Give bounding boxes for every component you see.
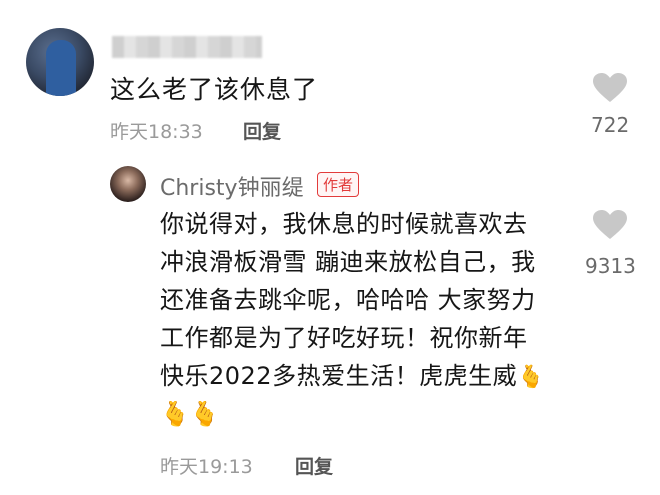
comment-text: 这么老了该休息了 <box>110 75 319 104</box>
reply-text-line-last: 快乐2022多热爱生活！虎虎生威🫰 <box>160 357 580 397</box>
reply-text: 你说得对，我休息的时候就喜欢去 冲浪滑板滑雪 蹦迪来放松自己，我 还准备去跳伞呢… <box>160 205 580 397</box>
reply-text-line: 冲浪滑板滑雪 蹦迪来放松自己，我 <box>160 248 536 276</box>
reply-timestamp: 昨天19:13 <box>160 456 253 478</box>
author-badge: 作者 <box>317 172 360 197</box>
heart-icon[interactable] <box>593 210 627 240</box>
reply-text-line: 工作都是为了好吃好玩！祝你新年 <box>160 324 528 352</box>
commenter-avatar[interactable] <box>26 28 94 96</box>
finger-heart-emoji: 🫰 <box>517 365 545 390</box>
author-name[interactable]: Christy钟丽缇 <box>160 170 304 202</box>
reply-text-line: 还准备去跳伞呢，哈哈哈 大家努力 <box>160 286 536 314</box>
comment-timestamp: 昨天18:33 <box>110 121 203 143</box>
author-avatar[interactable] <box>110 166 146 202</box>
heart-icon[interactable] <box>593 73 627 103</box>
reply-button[interactable]: 回复 <box>243 117 281 144</box>
like-count: 722 <box>591 113 630 137</box>
like-count: 9313 <box>585 254 636 278</box>
reply-text-line-content: 快乐2022多热爱生活！虎虎生威 <box>160 362 518 390</box>
commenter-username-blurred[interactable] <box>112 36 262 58</box>
finger-heart-emoji-row: 🫰🫰 <box>160 400 220 428</box>
reply-text-line: 你说得对，我休息的时候就喜欢去 <box>160 210 528 238</box>
reply-button[interactable]: 回复 <box>295 452 333 479</box>
